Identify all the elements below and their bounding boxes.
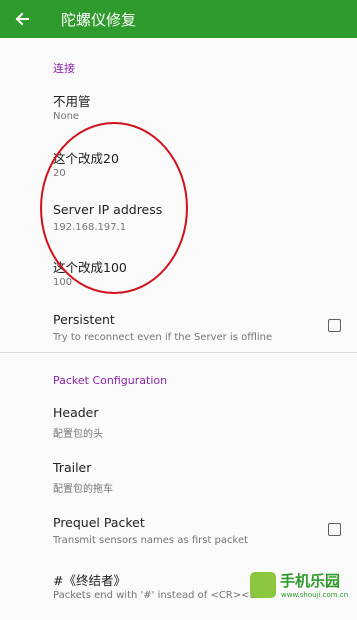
pref-summary: 100 xyxy=(53,277,73,288)
page-title: 陀螺仪修复 xyxy=(61,11,137,29)
pref-summary: 配置包的头 xyxy=(53,429,103,440)
app-bar: 陀螺仪修复 xyxy=(0,0,357,38)
pref-title: Persistent xyxy=(53,312,115,327)
pref-terminator[interactable]: #《终结者》 Packets end with '#' instead of <… xyxy=(0,570,357,620)
pref-header[interactable]: Header 配置包的头 xyxy=(0,405,357,455)
pref-set-100[interactable]: 这个改成100 100 xyxy=(0,257,357,307)
pref-title: 这个改成20 xyxy=(53,151,119,166)
section-divider xyxy=(0,352,357,353)
pref-title: #《终结者》 xyxy=(53,573,126,588)
pref-summary: Transmit sensors names as first packet xyxy=(53,535,249,546)
arrow-left-icon xyxy=(15,12,29,26)
pref-summary: Try to reconnect even if the Server is o… xyxy=(53,332,273,343)
prequel-packet-checkbox[interactable] xyxy=(328,523,341,536)
pref-summary: Packets end with '#' instead of <CR><LF> xyxy=(53,590,270,601)
pref-server-ip[interactable]: Server IP address 192.168.197.1 xyxy=(0,202,357,252)
pref-summary: 20 xyxy=(53,168,66,179)
section-header-connection: 连接 xyxy=(53,62,75,75)
pref-summary: 配置包的拖车 xyxy=(53,484,113,495)
pref-prequel-packet[interactable]: Prequel Packet Transmit sensors names as… xyxy=(0,515,357,565)
section-header-packet: Packet Configuration xyxy=(53,374,168,387)
pref-title: Trailer xyxy=(53,460,92,475)
pref-title: 这个改成100 xyxy=(53,260,127,275)
pref-ignore[interactable]: 不用管 None xyxy=(0,91,357,141)
pref-trailer[interactable]: Trailer 配置包的拖车 xyxy=(0,460,357,510)
pref-set-20[interactable]: 这个改成20 20 xyxy=(0,148,357,198)
pref-title: Server IP address xyxy=(53,202,163,217)
pref-summary: 192.168.197.1 xyxy=(53,222,127,233)
pref-persistent[interactable]: Persistent Try to reconnect even if the … xyxy=(0,312,357,362)
back-button[interactable] xyxy=(6,3,38,35)
pref-title: Header xyxy=(53,405,99,420)
persistent-checkbox[interactable] xyxy=(328,319,341,332)
settings-list: 连接 不用管 None 这个改成20 20 Server IP address … xyxy=(0,38,357,612)
pref-title: 不用管 xyxy=(53,94,91,109)
pref-title: Prequel Packet xyxy=(53,515,145,530)
pref-summary: None xyxy=(53,111,80,122)
